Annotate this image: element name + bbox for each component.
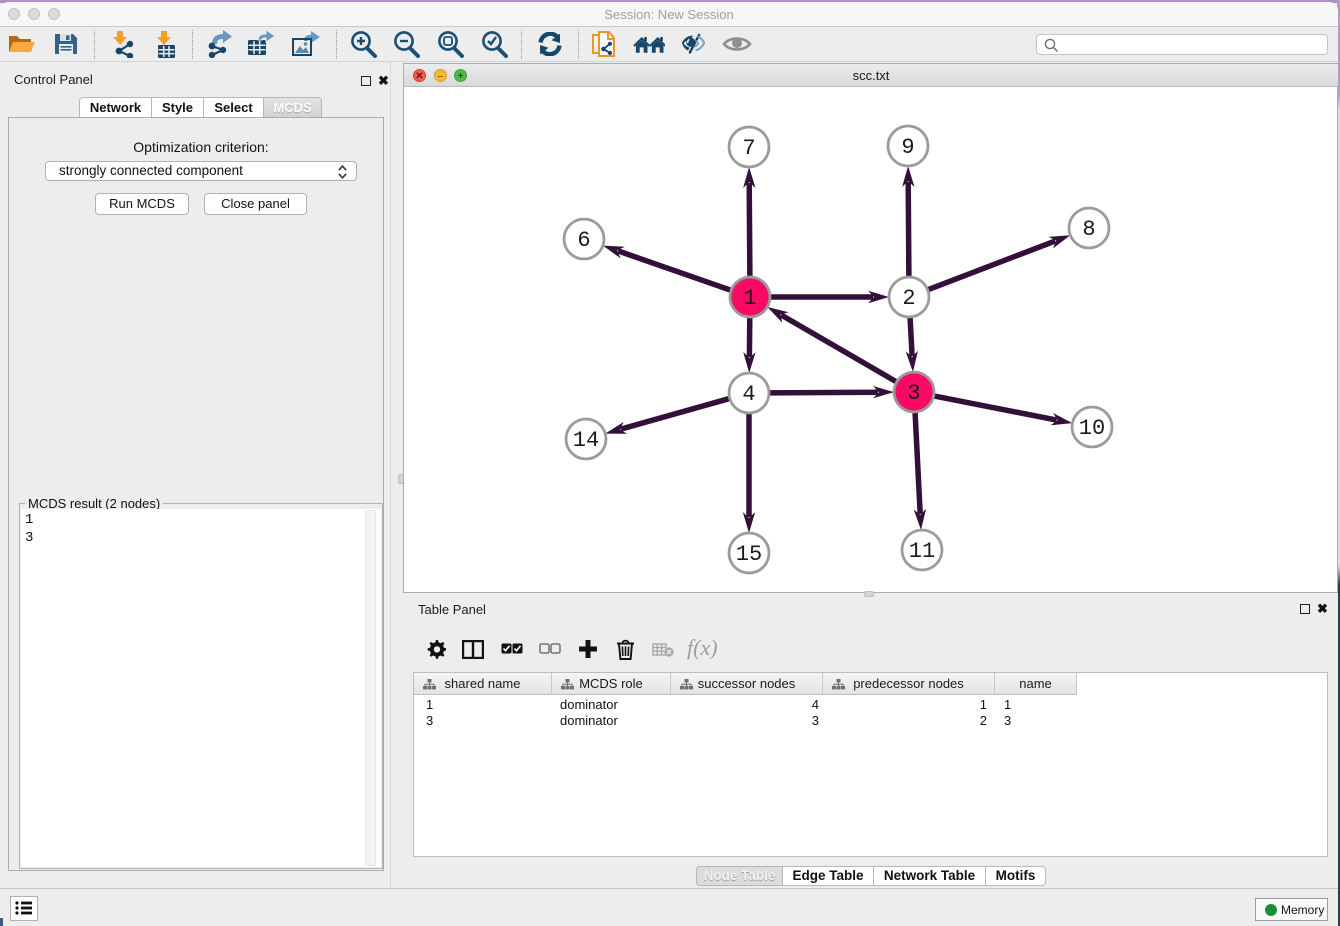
svg-text:14: 14 (573, 428, 599, 453)
svg-text:11: 11 (909, 539, 935, 564)
svg-text:1: 1 (743, 286, 756, 311)
svg-text:8: 8 (1082, 217, 1095, 242)
svg-text:10: 10 (1079, 416, 1105, 441)
svg-text:3: 3 (907, 381, 920, 406)
svg-text:6: 6 (577, 228, 590, 253)
svg-text:9: 9 (901, 135, 914, 160)
svg-text:2: 2 (902, 286, 915, 311)
svg-text:15: 15 (736, 542, 762, 567)
svg-text:7: 7 (742, 136, 755, 161)
svg-text:4: 4 (742, 382, 755, 407)
